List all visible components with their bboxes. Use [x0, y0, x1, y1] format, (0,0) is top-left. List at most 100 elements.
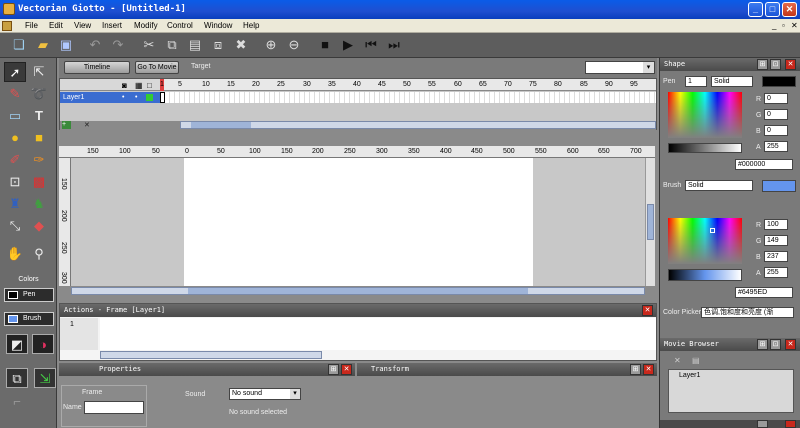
shape-close-icon[interactable]: ✕	[785, 59, 796, 70]
duplicate-icon[interactable]: ⧈	[209, 36, 227, 54]
layer-row[interactable]: Layer1 • •	[60, 92, 160, 103]
go-to-movie-button[interactable]: Go To Movie	[135, 61, 179, 74]
eraser-icon[interactable]: ◆	[28, 216, 50, 236]
swap-colors-icon[interactable]: ◩	[6, 334, 28, 354]
brush-style-dropdown[interactable]: Solid	[685, 180, 753, 191]
zoom-out-icon[interactable]: ⊖	[285, 36, 303, 54]
delete-icon[interactable]: ✖	[232, 36, 250, 54]
browser-delete-icon[interactable]: ✕	[674, 356, 681, 365]
brush-color-selector[interactable]: Brush	[4, 312, 54, 326]
frame-name-input[interactable]	[84, 401, 144, 414]
keyframe[interactable]	[160, 92, 165, 103]
stage-canvas[interactable]	[184, 158, 533, 286]
text-tool-icon[interactable]: T	[28, 106, 50, 126]
subselect-tool-icon[interactable]: ⇱	[28, 62, 50, 82]
sound-dropdown[interactable]: No sound ▾	[229, 388, 301, 400]
mdi-minimize-button[interactable]: _	[772, 20, 776, 32]
undo-icon[interactable]: ↶	[86, 36, 104, 54]
pen-b-input[interactable]: 0	[764, 125, 788, 136]
brush-g-input[interactable]: 149	[764, 235, 788, 246]
paint-bucket-icon[interactable]: ♞	[28, 194, 50, 214]
pencil-tool-icon[interactable]: ✎	[4, 84, 26, 104]
mdi-close-button[interactable]: ✕	[791, 20, 798, 32]
straighten-option-icon[interactable]: ⌐	[6, 392, 28, 412]
timeline-scrollbar[interactable]	[180, 121, 656, 129]
brush-r-input[interactable]: 100	[764, 219, 788, 230]
movie-browser-close-icon[interactable]: ✕	[785, 339, 796, 350]
fill-transform-icon[interactable]: ▩	[28, 172, 50, 192]
brush-b-input[interactable]: 237	[764, 251, 788, 262]
scrollbar-thumb[interactable]	[647, 204, 654, 240]
lasso-tool-icon[interactable]: ➰	[28, 84, 50, 104]
pen-color-spectrum[interactable]	[668, 92, 742, 138]
menu-edit[interactable]: Edit	[49, 20, 63, 32]
forward-icon[interactable]: ⏭	[385, 36, 403, 54]
stage-horizontal-scrollbar[interactable]	[71, 287, 645, 295]
pen-tool-icon[interactable]: ✐	[4, 150, 26, 170]
panel-close-icon[interactable]	[785, 420, 796, 428]
ellipse-tool-icon[interactable]: ●	[4, 128, 26, 148]
close-button[interactable]: ✕	[782, 2, 797, 17]
movie-browser-float-icon[interactable]: ⊡	[770, 339, 781, 350]
stop-icon[interactable]: ■	[316, 36, 334, 54]
brush-hex-input[interactable]: #6495ED	[735, 287, 793, 298]
timeline-button[interactable]: Timeline	[64, 61, 130, 74]
transform-pin-icon[interactable]: ⊞	[630, 364, 641, 375]
rectangle-tool-icon[interactable]: ■	[28, 128, 50, 148]
pen-color-selector[interactable]: Pen	[4, 288, 54, 302]
lock-icon[interactable]: ▦	[135, 81, 143, 90]
hand-tool-icon[interactable]: ✋	[4, 244, 26, 264]
scrollbar-thumb[interactable]	[191, 122, 251, 128]
browser-properties-icon[interactable]: ▤	[692, 356, 700, 365]
maximize-button[interactable]: □	[765, 2, 780, 17]
transform-close-icon[interactable]: ✕	[643, 364, 654, 375]
save-icon[interactable]: ▣	[57, 36, 75, 54]
scrollbar-thumb[interactable]	[188, 288, 528, 294]
target-dropdown[interactable]: ▾	[585, 61, 655, 74]
zoom-in-icon[interactable]: ⊕	[262, 36, 280, 54]
properties-close-icon[interactable]: ✕	[341, 364, 352, 375]
delete-layer-icon[interactable]: ✕	[84, 121, 90, 129]
actions-close-icon[interactable]: ✕	[642, 305, 653, 316]
panel-pin-icon[interactable]	[757, 420, 768, 428]
eye-icon[interactable]: ◙	[122, 81, 127, 90]
eyedropper-icon[interactable]: ⤡	[4, 216, 26, 236]
shape-pin-icon[interactable]: ⊞	[757, 59, 768, 70]
browser-item[interactable]: Layer1	[679, 372, 700, 379]
open-folder-icon[interactable]: ▰	[34, 36, 52, 54]
cut-icon[interactable]: ✂	[140, 36, 158, 54]
ink-bottle-icon[interactable]: ♜	[4, 194, 26, 214]
brush-luminance-slider[interactable]	[668, 269, 742, 281]
brush-tool-icon[interactable]: ✑	[28, 150, 50, 170]
pen-hex-input[interactable]: #000000	[735, 159, 793, 170]
movie-browser-pin-icon[interactable]: ⊞	[757, 339, 768, 350]
menu-insert[interactable]: Insert	[102, 20, 122, 32]
redo-icon[interactable]: ↷	[109, 36, 127, 54]
new-icon[interactable]: ❏	[10, 36, 28, 54]
shape-float-icon[interactable]: ⊡	[770, 59, 781, 70]
default-colors-icon[interactable]: ◑	[32, 334, 54, 354]
pen-style-dropdown[interactable]: Solid	[711, 76, 753, 87]
image-tool-icon[interactable]: ▭	[4, 106, 26, 126]
menu-modify[interactable]: Modify	[134, 20, 158, 32]
outline-icon[interactable]: □	[147, 81, 152, 90]
pen-g-input[interactable]: 0	[764, 109, 788, 120]
copy-icon[interactable]: ⧉	[163, 36, 181, 54]
menu-view[interactable]: View	[74, 20, 91, 32]
layer-frames-row[interactable]	[160, 92, 656, 103]
rewind-icon[interactable]: ⏮	[362, 36, 380, 54]
menu-help[interactable]: Help	[243, 20, 259, 32]
pen-width-input[interactable]: 1	[685, 76, 707, 87]
stage-vertical-scrollbar[interactable]	[645, 158, 655, 286]
brush-a-input[interactable]: 255	[764, 267, 788, 278]
pen-a-input[interactable]: 255	[764, 141, 788, 152]
minimize-button[interactable]: _	[748, 2, 763, 17]
zoom-tool-icon[interactable]: ⚲	[28, 244, 50, 264]
color-picker-dropdown[interactable]: 色调,饱和度和亮度 (渐	[701, 307, 794, 318]
layer-visible-dot[interactable]: •	[122, 92, 124, 103]
pen-r-input[interactable]: 0	[764, 93, 788, 104]
play-icon[interactable]: ▶	[339, 36, 357, 54]
mdi-restore-button[interactable]: ▫	[782, 20, 785, 32]
paste-icon[interactable]: ▤	[186, 36, 204, 54]
pen-luminance-slider[interactable]	[668, 143, 742, 153]
